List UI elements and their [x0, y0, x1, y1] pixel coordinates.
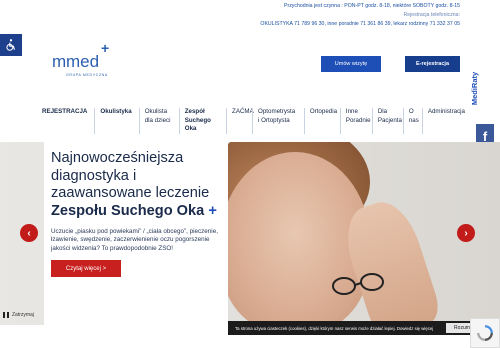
eyeglasses-icon — [332, 273, 384, 295]
nav-item-inne-poradnie[interactable]: Inne Poradnie — [339, 108, 372, 134]
slider-prev-button[interactable]: ‹ — [20, 224, 38, 242]
nav-item-dla-pacjenta[interactable]: Dla Pacjenta — [371, 108, 403, 134]
hero-description: Uczucie „piasku pod powiekami” / „ciała … — [51, 228, 218, 252]
recaptcha-badge[interactable] — [470, 318, 500, 348]
hero-text-box: Najnowocześniejsza diagnostyka i zaawans… — [44, 142, 228, 325]
nav-item-administracja[interactable]: Administracja — [421, 108, 472, 134]
logo[interactable]: m med + GRUPA MEDYCZNA — [52, 40, 122, 80]
chevron-right-icon: › — [464, 227, 468, 239]
hero-slider: Najnowocześniejsza diagnostyka i zaawans… — [0, 142, 500, 325]
chevron-left-icon: ‹ — [27, 227, 31, 239]
page: Przychodnia jest czynna : PON-PT godz. 8… — [0, 0, 500, 348]
opening-hours: Przychodnia jest czynna : PON-PT godz. 8… — [284, 3, 460, 9]
nav-item-zespol-suchego-oka[interactable]: Zespół Suchego Oka — [178, 108, 226, 134]
hero-title: Najnowocześniejsza diagnostyka i zaawans… — [51, 150, 217, 219]
wheelchair-icon — [6, 39, 16, 51]
slider-next-button[interactable]: › — [457, 224, 475, 242]
read-more-button[interactable]: Czytaj więcej > — [51, 260, 121, 278]
nav-item-okulistyka[interactable]: Okulistyka — [94, 108, 138, 134]
accessibility-button[interactable] — [0, 34, 22, 56]
nav-item-ortopedia[interactable]: Ortopedia — [303, 108, 340, 134]
mediraty-badge[interactable]: MediRaty — [470, 62, 490, 118]
phone-numbers[interactable]: OKULISTYKA 71 789 96 30, inne poradnie 7… — [260, 20, 460, 29]
slider-pause-button[interactable]: Zatrzymaj — [3, 312, 34, 318]
nav-item-zacma[interactable]: ZAĆMA — [226, 108, 254, 134]
phone-label: Rejestracja telefoniczna: — [403, 12, 460, 18]
nav-item-o-nas[interactable]: O nas — [402, 108, 422, 134]
recaptcha-icon — [477, 325, 493, 341]
top-info: Przychodnia jest czynna : PON-PT godz. 8… — [260, 2, 460, 29]
nav-item-optometrysta[interactable]: Optometrysta i Ortoptysta — [252, 108, 304, 134]
e-registration-button[interactable]: E-rejestracja — [405, 56, 460, 72]
pause-icon — [3, 312, 9, 318]
nav-item-okulista-dla-dzieci[interactable]: Okulista dla dzieci — [138, 108, 179, 134]
book-visit-button[interactable]: Umów wizytę — [321, 56, 381, 72]
main-nav: REJESTRACJA Okulistyka Okulista dla dzie… — [42, 108, 472, 134]
cookie-banner: Ta strona używa ciasteczek (cookies), dz… — [228, 321, 496, 335]
nav-item-rejestracja[interactable]: REJESTRACJA — [42, 108, 94, 134]
cookie-text: Ta strona używa ciasteczek (cookies), dz… — [235, 325, 434, 331]
facebook-icon[interactable]: f — [476, 124, 494, 144]
